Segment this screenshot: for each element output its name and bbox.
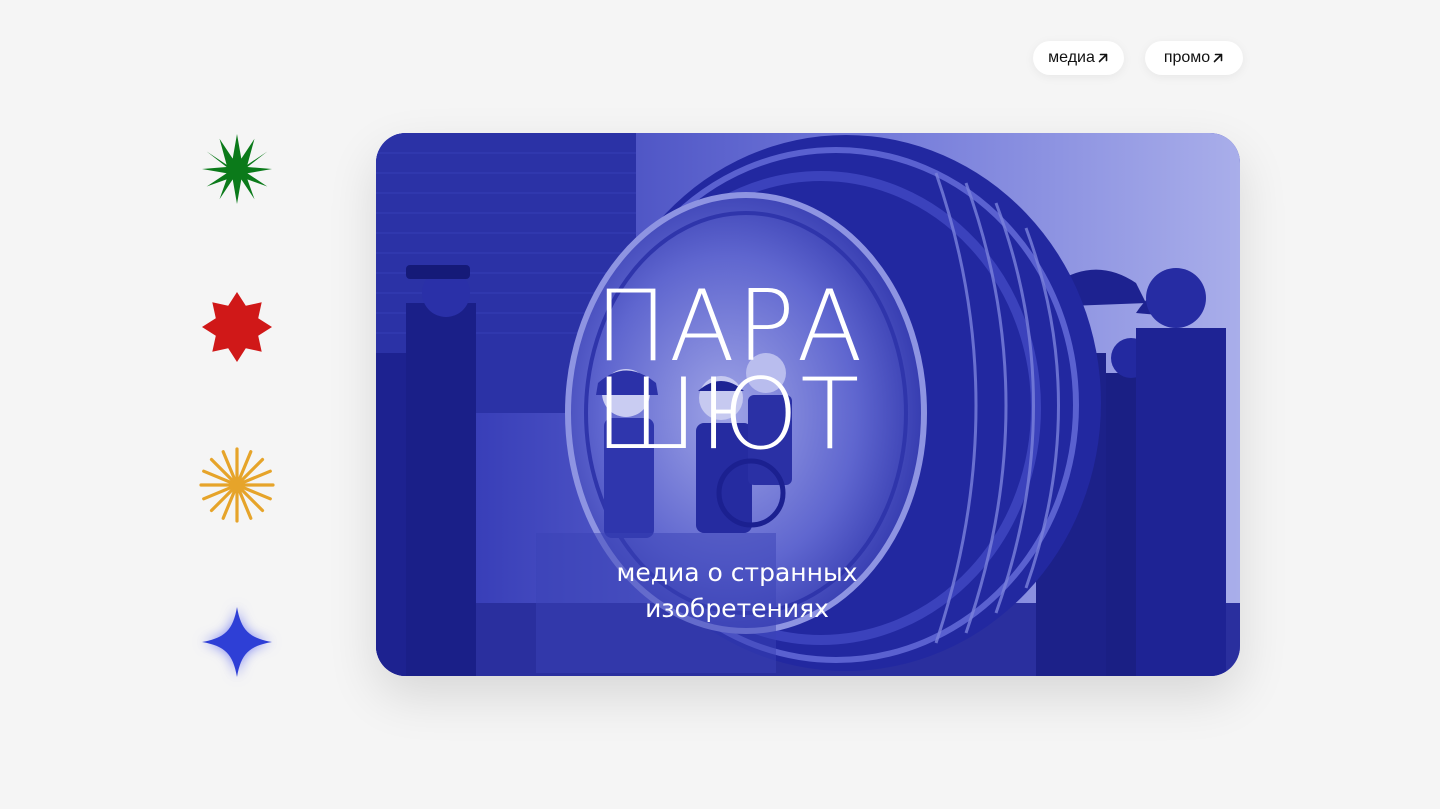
hero-title: ПАРА ШЮТ bbox=[595, 278, 862, 472]
nav-promo-label: промо bbox=[1163, 49, 1211, 66]
nav-promo-link[interactable]: промо bbox=[1145, 41, 1243, 75]
arrow-up-right-icon bbox=[1097, 52, 1109, 64]
page: медиа промо ПАРА ШЮТ медиа о странных из… bbox=[0, 0, 1440, 809]
red-burst-icon[interactable] bbox=[198, 288, 276, 366]
hero-subtitle-line1: медиа о странных bbox=[616, 558, 858, 587]
yellow-sunburst-icon[interactable] bbox=[198, 446, 276, 524]
nav-media-link[interactable]: медиа bbox=[1033, 41, 1124, 75]
hero-subtitle: медиа о странных изобретениях bbox=[587, 555, 887, 627]
hero-title-line2: ШЮТ bbox=[595, 358, 862, 472]
arrow-up-right-icon bbox=[1212, 52, 1224, 64]
green-eight-point-star-icon[interactable] bbox=[198, 130, 276, 208]
hero-banner[interactable]: ПАРА ШЮТ медиа о странных изобретениях bbox=[376, 133, 1240, 676]
hero-subtitle-line2: изобретениях bbox=[645, 594, 829, 623]
blue-four-point-star-icon[interactable] bbox=[198, 603, 276, 681]
nav-media-label: медиа bbox=[1048, 49, 1095, 66]
